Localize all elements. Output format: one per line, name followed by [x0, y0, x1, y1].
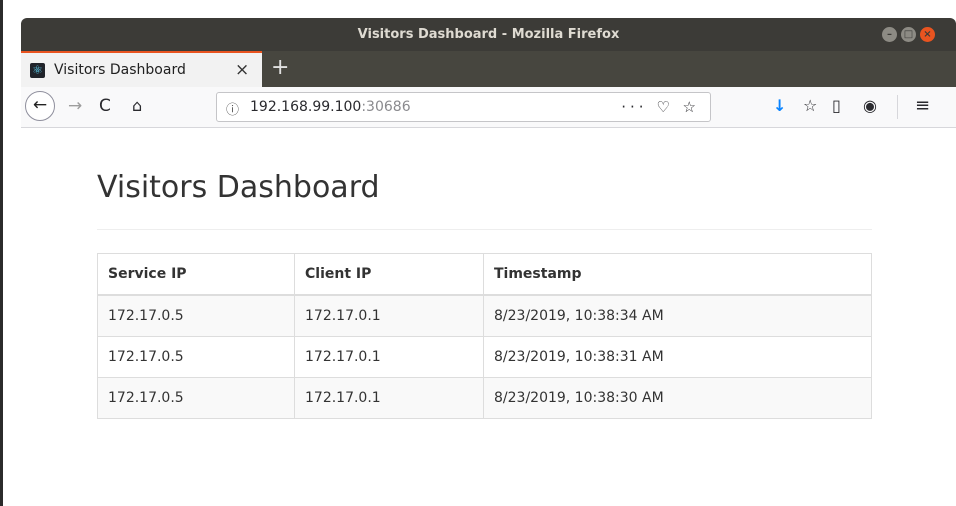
cell-timestamp: 8/23/2019, 10:38:31 AM: [483, 336, 872, 378]
cell-client-ip: 172.17.0.1: [294, 336, 484, 378]
tab-bar: ⚛ Visitors Dashboard × +: [21, 51, 956, 87]
navigation-toolbar: ← → C ⌂ ⓘ 192.168.99.100:30686 ··· ♡ ☆ ↓…: [21, 87, 956, 128]
visitors-table: Service IP Client IP Timestamp 172.17.0.…: [97, 253, 872, 419]
cell-timestamp: 8/23/2019, 10:38:30 AM: [483, 377, 872, 419]
hamburger-menu-icon[interactable]: ≡: [915, 96, 930, 116]
cell-service-ip: 172.17.0.5: [97, 336, 295, 378]
minimize-icon: –: [887, 29, 892, 40]
reload-icon[interactable]: C: [99, 96, 111, 116]
back-button[interactable]: ←: [25, 91, 55, 121]
page-title: Visitors Dashboard: [97, 170, 380, 205]
header-client-ip: Client IP: [294, 253, 484, 296]
page-actions-icons[interactable]: ··· ♡ ☆: [621, 98, 700, 116]
url-port: :30686: [361, 99, 411, 115]
minimize-button[interactable]: –: [882, 27, 897, 42]
sidebar-icon[interactable]: ▯: [832, 96, 841, 116]
close-icon: ×: [923, 29, 932, 40]
table-row: 172.17.0.5 172.17.0.1 8/23/2019, 10:38:3…: [97, 294, 872, 337]
tab-title: Visitors Dashboard: [54, 62, 186, 78]
page-content: Visitors Dashboard Service IP Client IP …: [21, 128, 956, 506]
cell-service-ip: 172.17.0.5: [97, 377, 295, 419]
library-icon[interactable]: ☆: [803, 96, 817, 116]
window-frame-edge: [0, 0, 3, 506]
cell-service-ip: 172.17.0.5: [97, 294, 295, 337]
tab-close-icon[interactable]: ×: [235, 60, 249, 80]
cell-client-ip: 172.17.0.1: [294, 294, 484, 337]
download-icon[interactable]: ↓: [773, 96, 786, 116]
cell-timestamp: 8/23/2019, 10:38:34 AM: [483, 294, 872, 337]
header-service-ip: Service IP: [97, 253, 295, 296]
table-row: 172.17.0.5 172.17.0.1 8/23/2019, 10:38:3…: [97, 336, 872, 378]
url-host: 192.168.99.100: [250, 99, 362, 115]
new-tab-button[interactable]: +: [271, 55, 289, 80]
url-text[interactable]: 192.168.99.100:30686: [250, 99, 411, 115]
cell-client-ip: 172.17.0.1: [294, 377, 484, 419]
title-bar: Visitors Dashboard - Mozilla Firefox – □…: [21, 18, 956, 51]
maximize-icon: □: [903, 29, 914, 40]
window-title: Visitors Dashboard - Mozilla Firefox: [357, 27, 620, 42]
maximize-button[interactable]: □: [901, 27, 916, 42]
toolbar-divider: [897, 95, 898, 119]
table-row: 172.17.0.5 172.17.0.1 8/23/2019, 10:38:3…: [97, 377, 872, 419]
browser-window: Visitors Dashboard - Mozilla Firefox – □…: [21, 18, 956, 506]
tab-visitors-dashboard[interactable]: ⚛ Visitors Dashboard ×: [21, 51, 262, 87]
header-timestamp: Timestamp: [483, 253, 872, 296]
site-info-icon[interactable]: ⓘ: [226, 99, 239, 118]
react-icon: ⚛: [30, 63, 45, 78]
close-button[interactable]: ×: [920, 27, 935, 42]
home-icon[interactable]: ⌂: [132, 96, 142, 116]
url-bar[interactable]: ⓘ 192.168.99.100:30686 ··· ♡ ☆: [216, 92, 711, 122]
table-header-row: Service IP Client IP Timestamp: [97, 253, 872, 296]
forward-icon[interactable]: →: [68, 96, 82, 116]
title-divider: [97, 229, 872, 230]
account-icon[interactable]: ◉: [863, 96, 877, 116]
